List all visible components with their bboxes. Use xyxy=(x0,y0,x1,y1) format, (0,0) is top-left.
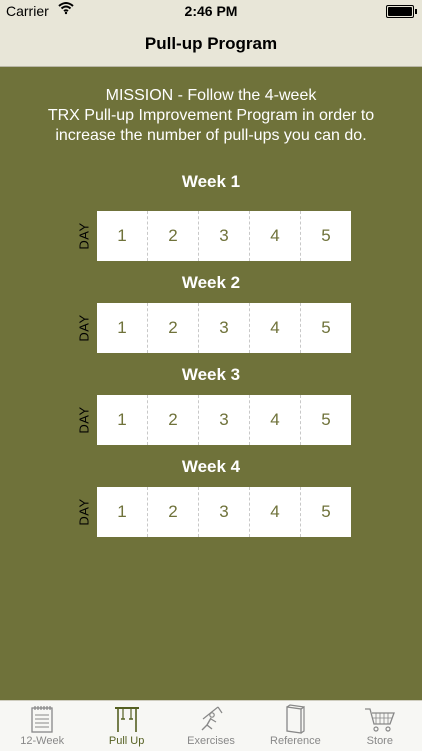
week-4-day-3-button[interactable]: 3 xyxy=(198,487,249,537)
tab-12-week[interactable]: 12-Week xyxy=(0,701,84,751)
week-4-day-row: 1 2 3 4 5 xyxy=(97,487,351,537)
tab-label: Store xyxy=(366,735,393,747)
week-4-day-2-button[interactable]: 2 xyxy=(147,487,198,537)
day-label: DAY xyxy=(76,314,92,342)
week-3-day-3-button[interactable]: 3 xyxy=(198,395,249,445)
day-label: DAY xyxy=(76,498,92,526)
program-content: MISSION - Follow the 4-week TRX Pull-up … xyxy=(0,67,422,700)
week-2-day-4-button[interactable]: 4 xyxy=(249,303,300,353)
tab-label: Exercises xyxy=(187,735,235,747)
week-3-day-5-button[interactable]: 5 xyxy=(300,395,351,445)
tab-exercises[interactable]: Exercises xyxy=(169,701,253,751)
tab-reference[interactable]: Reference xyxy=(253,701,337,751)
clock: 2:46 PM xyxy=(184,3,238,19)
pullup-bar-icon xyxy=(113,704,141,734)
week-4-day-5-button[interactable]: 5 xyxy=(300,487,351,537)
page-title: Pull-up Program xyxy=(144,34,278,53)
week-2-day-5-button[interactable]: 5 xyxy=(300,303,351,353)
week-1-day-5-button[interactable]: 5 xyxy=(300,211,351,261)
tab-bar: 12-Week Pull Up Exercises Reference Stor… xyxy=(0,700,422,751)
book-icon xyxy=(282,704,308,734)
week-3-day-2-button[interactable]: 2 xyxy=(147,395,198,445)
week-1-day-2-button[interactable]: 2 xyxy=(147,211,198,261)
tab-label: Pull Up xyxy=(108,735,145,747)
week-1-day-4-button[interactable]: 4 xyxy=(249,211,300,261)
week-2-day-row: 1 2 3 4 5 xyxy=(97,303,351,353)
tab-pull-up[interactable]: Pull Up xyxy=(84,701,168,751)
tab-store[interactable]: Store xyxy=(338,701,422,751)
week-1-day-1-button[interactable]: 1 xyxy=(97,211,147,261)
week-3-title: Week 3 xyxy=(181,365,241,384)
cart-icon xyxy=(364,704,396,734)
navigation-bar: Pull-up Program xyxy=(0,22,422,67)
mission-line: TRX Pull-up Improvement Program in order… xyxy=(47,107,375,124)
week-2-day-1-button[interactable]: 1 xyxy=(97,303,147,353)
tab-label: 12-Week xyxy=(20,735,65,747)
week-4-day-4-button[interactable]: 4 xyxy=(249,487,300,537)
week-4-day-1-button[interactable]: 1 xyxy=(97,487,147,537)
notepad-icon xyxy=(30,704,54,734)
week-1-day-row: 1 2 3 4 5 xyxy=(97,211,351,261)
week-1-title: Week 1 xyxy=(181,172,241,191)
week-3-day-1-button[interactable]: 1 xyxy=(97,395,147,445)
week-3-day-row: 1 2 3 4 5 xyxy=(97,395,351,445)
day-label: DAY xyxy=(76,222,92,250)
mission-line: MISSION - Follow the 4-week xyxy=(105,87,317,104)
week-3-day-4-button[interactable]: 4 xyxy=(249,395,300,445)
week-2-title: Week 2 xyxy=(181,273,241,292)
status-bar: Carrier 2:46 PM xyxy=(0,0,422,22)
week-2-day-2-button[interactable]: 2 xyxy=(147,303,198,353)
day-label: DAY xyxy=(76,406,92,434)
battery-icon xyxy=(386,5,417,18)
tab-label: Reference xyxy=(270,735,321,747)
mission-statement: MISSION - Follow the 4-week TRX Pull-up … xyxy=(10,86,412,146)
mission-line: increase the number of pull-ups you can … xyxy=(55,127,367,144)
week-1-day-3-button[interactable]: 3 xyxy=(198,211,249,261)
week-4-title: Week 4 xyxy=(181,457,241,476)
week-2-day-3-button[interactable]: 3 xyxy=(198,303,249,353)
exercise-figure-icon xyxy=(196,704,226,734)
